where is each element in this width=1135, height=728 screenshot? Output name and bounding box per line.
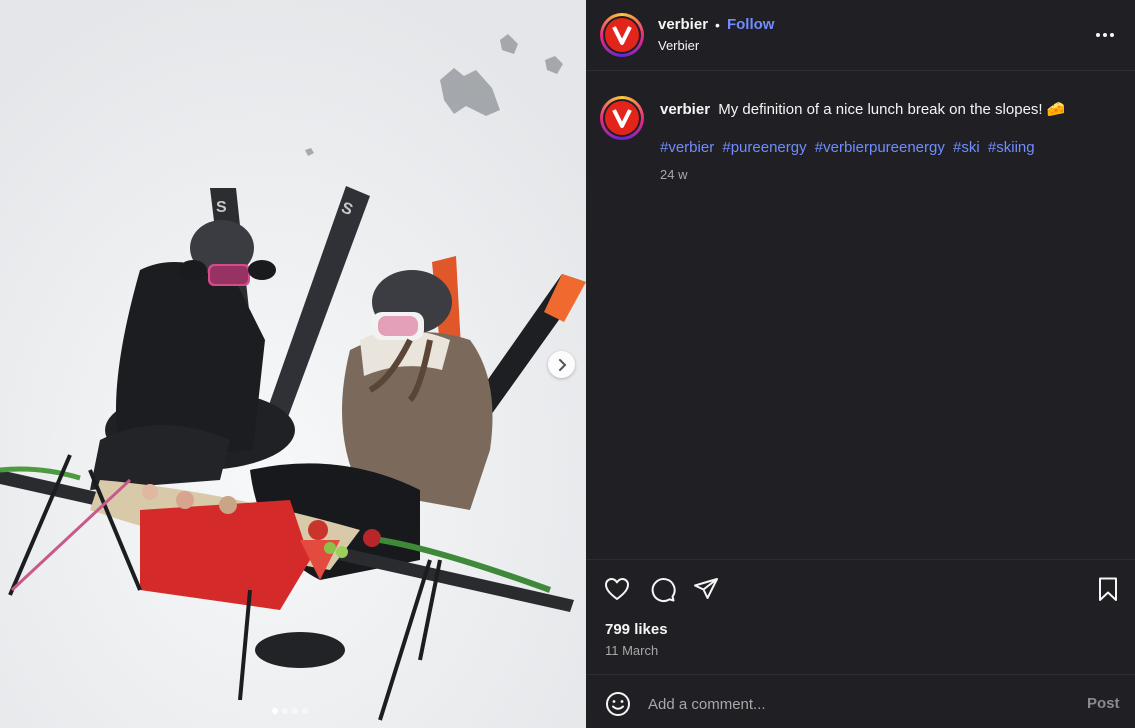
hashtag-link[interactable]: #ski [953,139,980,156]
caption-text: My definition of a nice lunch break on t… [718,101,1066,118]
carousel-indicator [272,708,308,714]
verbier-logo-icon [612,109,632,128]
account-location[interactable]: Verbier [658,38,699,53]
carousel-dot [292,708,298,714]
caption-hashtags: #verbier #pureenergy #verbierpureenergy … [660,139,1039,156]
post-comment-button[interactable]: Post [1087,695,1120,712]
comment-bubble-icon[interactable] [648,575,676,603]
caption-username[interactable]: verbier [660,101,710,118]
svg-text:S: S [216,199,227,216]
post-side-panel: verbier • Follow Verbier verbier My defi… [586,0,1135,728]
carousel-dot [282,708,288,714]
heart-icon[interactable] [603,575,631,603]
carousel-next-button[interactable] [548,351,575,378]
post-actions: 799 likes 11 March [586,559,1135,674]
hashtag-link[interactable]: #skiing [988,139,1035,156]
verbier-logo-icon [612,26,632,45]
smiley-icon[interactable] [605,691,631,717]
post-media[interactable]: S S [0,0,586,728]
post-caption: verbier My definition of a nice lunch br… [660,100,1120,119]
chevron-right-icon [558,358,566,371]
post-header: verbier • Follow Verbier [586,0,1135,71]
comment-input[interactable] [648,691,1068,717]
post-photo: S S [0,0,586,728]
more-options-icon[interactable] [1094,26,1116,44]
likes-count[interactable]: 799 likes [605,621,668,638]
caption-timestamp[interactable]: 24 w [660,167,687,182]
hashtag-link[interactable]: #pureenergy [722,139,806,156]
post-date: 11 March [605,643,659,658]
carousel-dot [272,708,278,714]
separator-dot: • [715,16,720,33]
account-username[interactable]: verbier [658,16,708,33]
caption-avatar[interactable] [600,96,644,140]
follow-button[interactable]: Follow [727,16,775,33]
comment-bar: Post [586,674,1135,728]
paper-plane-icon[interactable] [692,575,720,603]
hashtag-link[interactable]: #verbier [660,139,714,156]
bookmark-icon[interactable] [1094,575,1122,603]
account-avatar[interactable] [600,13,644,57]
carousel-dot [302,708,308,714]
hashtag-link[interactable]: #verbierpureenergy [815,139,945,156]
